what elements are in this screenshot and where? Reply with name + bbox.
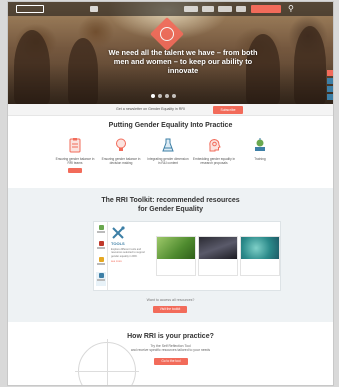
carousel-dot[interactable] bbox=[165, 94, 169, 98]
toolkit-question: Want to access all resources? bbox=[146, 298, 195, 302]
nav-link[interactable] bbox=[218, 6, 232, 12]
feature-more-button[interactable] bbox=[68, 168, 82, 173]
toolkit-title: The RRI Toolkit: recommended resources f… bbox=[68, 196, 273, 214]
feature-label: Ensuring gender balance in RRI teams bbox=[55, 157, 95, 165]
newsletter-text: Get a newsletter on Gender Equality in R… bbox=[116, 107, 185, 111]
feature-label: Ensuring gender balance in decision maki… bbox=[101, 157, 141, 165]
top-nav: ⚲ bbox=[8, 2, 333, 16]
feature-item[interactable]: Integrating gender dimension in R&I cont… bbox=[146, 137, 190, 165]
nav-cta-button[interactable] bbox=[251, 5, 281, 13]
hero-banner: ⚲ We need all the talent we have – from … bbox=[8, 2, 333, 104]
rri-title: How RRI is your practice? bbox=[127, 333, 214, 340]
nav-link[interactable] bbox=[202, 6, 214, 12]
search-icon[interactable]: ⚲ bbox=[288, 5, 296, 13]
tools-more-link[interactable]: see more bbox=[111, 260, 151, 263]
resource-card[interactable] bbox=[240, 236, 280, 276]
carousel-dot[interactable] bbox=[158, 94, 162, 98]
feature-label: Embedding gender equality in research pr… bbox=[192, 157, 236, 165]
visit-toolkit-button[interactable]: Visit the toolkit bbox=[153, 306, 187, 313]
toolkit-title-line: The RRI Toolkit: recommended resources bbox=[101, 197, 240, 204]
category-label bbox=[97, 247, 105, 249]
rri-subtitle: Try the Self Reflection Tool and receive… bbox=[108, 344, 233, 353]
flask-icon bbox=[160, 137, 176, 153]
category-icon bbox=[98, 273, 104, 278]
head-gear-icon bbox=[206, 137, 222, 153]
toolkit-section: The RRI Toolkit: recommended resources f… bbox=[8, 188, 333, 322]
lightbulb-icon bbox=[113, 137, 129, 153]
subscribe-button[interactable]: Subscribe bbox=[213, 106, 243, 114]
nav-link[interactable] bbox=[184, 6, 198, 12]
features-title: Putting Gender Equality Into Practice bbox=[108, 122, 233, 129]
feature-item[interactable]: Ensuring gender balance in RRI teams bbox=[53, 137, 97, 173]
resource-card[interactable] bbox=[198, 236, 238, 276]
toolkit-panel: TOOLS Explore different tools and resour… bbox=[94, 222, 280, 290]
nav-link[interactable] bbox=[236, 6, 246, 12]
toolkit-tools-box: TOOLS Explore different tools and resour… bbox=[111, 226, 151, 263]
tools-icon bbox=[111, 226, 125, 240]
feature-item[interactable]: Ensuring gender balance in decision maki… bbox=[99, 137, 143, 165]
feature-label: Integrating gender dimension in R&I cont… bbox=[147, 157, 189, 165]
feature-item[interactable]: Training bbox=[238, 137, 282, 161]
side-share-tab[interactable] bbox=[327, 78, 333, 84]
newsletter-strip: Get a newsletter on Gender Equality in R… bbox=[8, 104, 333, 116]
resource-image bbox=[199, 237, 237, 259]
resource-caption bbox=[241, 259, 279, 263]
tools-description: Explore different tools and resources se… bbox=[111, 248, 146, 258]
go-to-tool-button[interactable]: Go to the tool bbox=[154, 358, 188, 365]
tools-label: TOOLS bbox=[111, 241, 125, 246]
resource-caption bbox=[199, 259, 237, 263]
toolkit-title-line: for Gender Equality bbox=[138, 206, 203, 213]
eu-flag-icon bbox=[90, 6, 98, 12]
side-share-tab[interactable] bbox=[327, 86, 333, 92]
category-label bbox=[97, 231, 105, 233]
category-label bbox=[97, 279, 105, 281]
category-icon bbox=[98, 257, 104, 262]
site-logo[interactable] bbox=[16, 5, 44, 13]
category-label bbox=[97, 263, 105, 265]
toolkit-category-item[interactable] bbox=[96, 240, 106, 254]
feature-label: Training bbox=[254, 157, 266, 161]
carousel-dots bbox=[151, 94, 191, 98]
rri-subtitle-line: and receive specific resources tailored … bbox=[130, 348, 211, 353]
hero-headline: We need all the talent we have – from bo… bbox=[108, 48, 258, 75]
category-icon bbox=[98, 225, 104, 230]
side-share-tab[interactable] bbox=[327, 70, 333, 76]
toolkit-category-item[interactable] bbox=[96, 272, 106, 286]
resource-card[interactable] bbox=[156, 236, 196, 276]
category-icon bbox=[98, 241, 104, 246]
side-share-tab[interactable] bbox=[327, 94, 333, 100]
clipboard-icon bbox=[67, 137, 83, 153]
feature-item[interactable]: Embedding gender equality in research pr… bbox=[192, 137, 236, 165]
resource-image bbox=[157, 237, 195, 259]
carousel-dot[interactable] bbox=[172, 94, 176, 98]
resource-caption bbox=[157, 259, 195, 263]
toolkit-category-item[interactable] bbox=[96, 224, 106, 238]
toolkit-sidebar bbox=[94, 222, 108, 290]
apple-book-icon bbox=[252, 137, 268, 153]
carousel-dot[interactable] bbox=[151, 94, 155, 98]
toolkit-category-item[interactable] bbox=[96, 256, 106, 270]
browser-page: ⚲ We need all the talent we have – from … bbox=[8, 2, 333, 385]
resource-image bbox=[241, 237, 279, 259]
